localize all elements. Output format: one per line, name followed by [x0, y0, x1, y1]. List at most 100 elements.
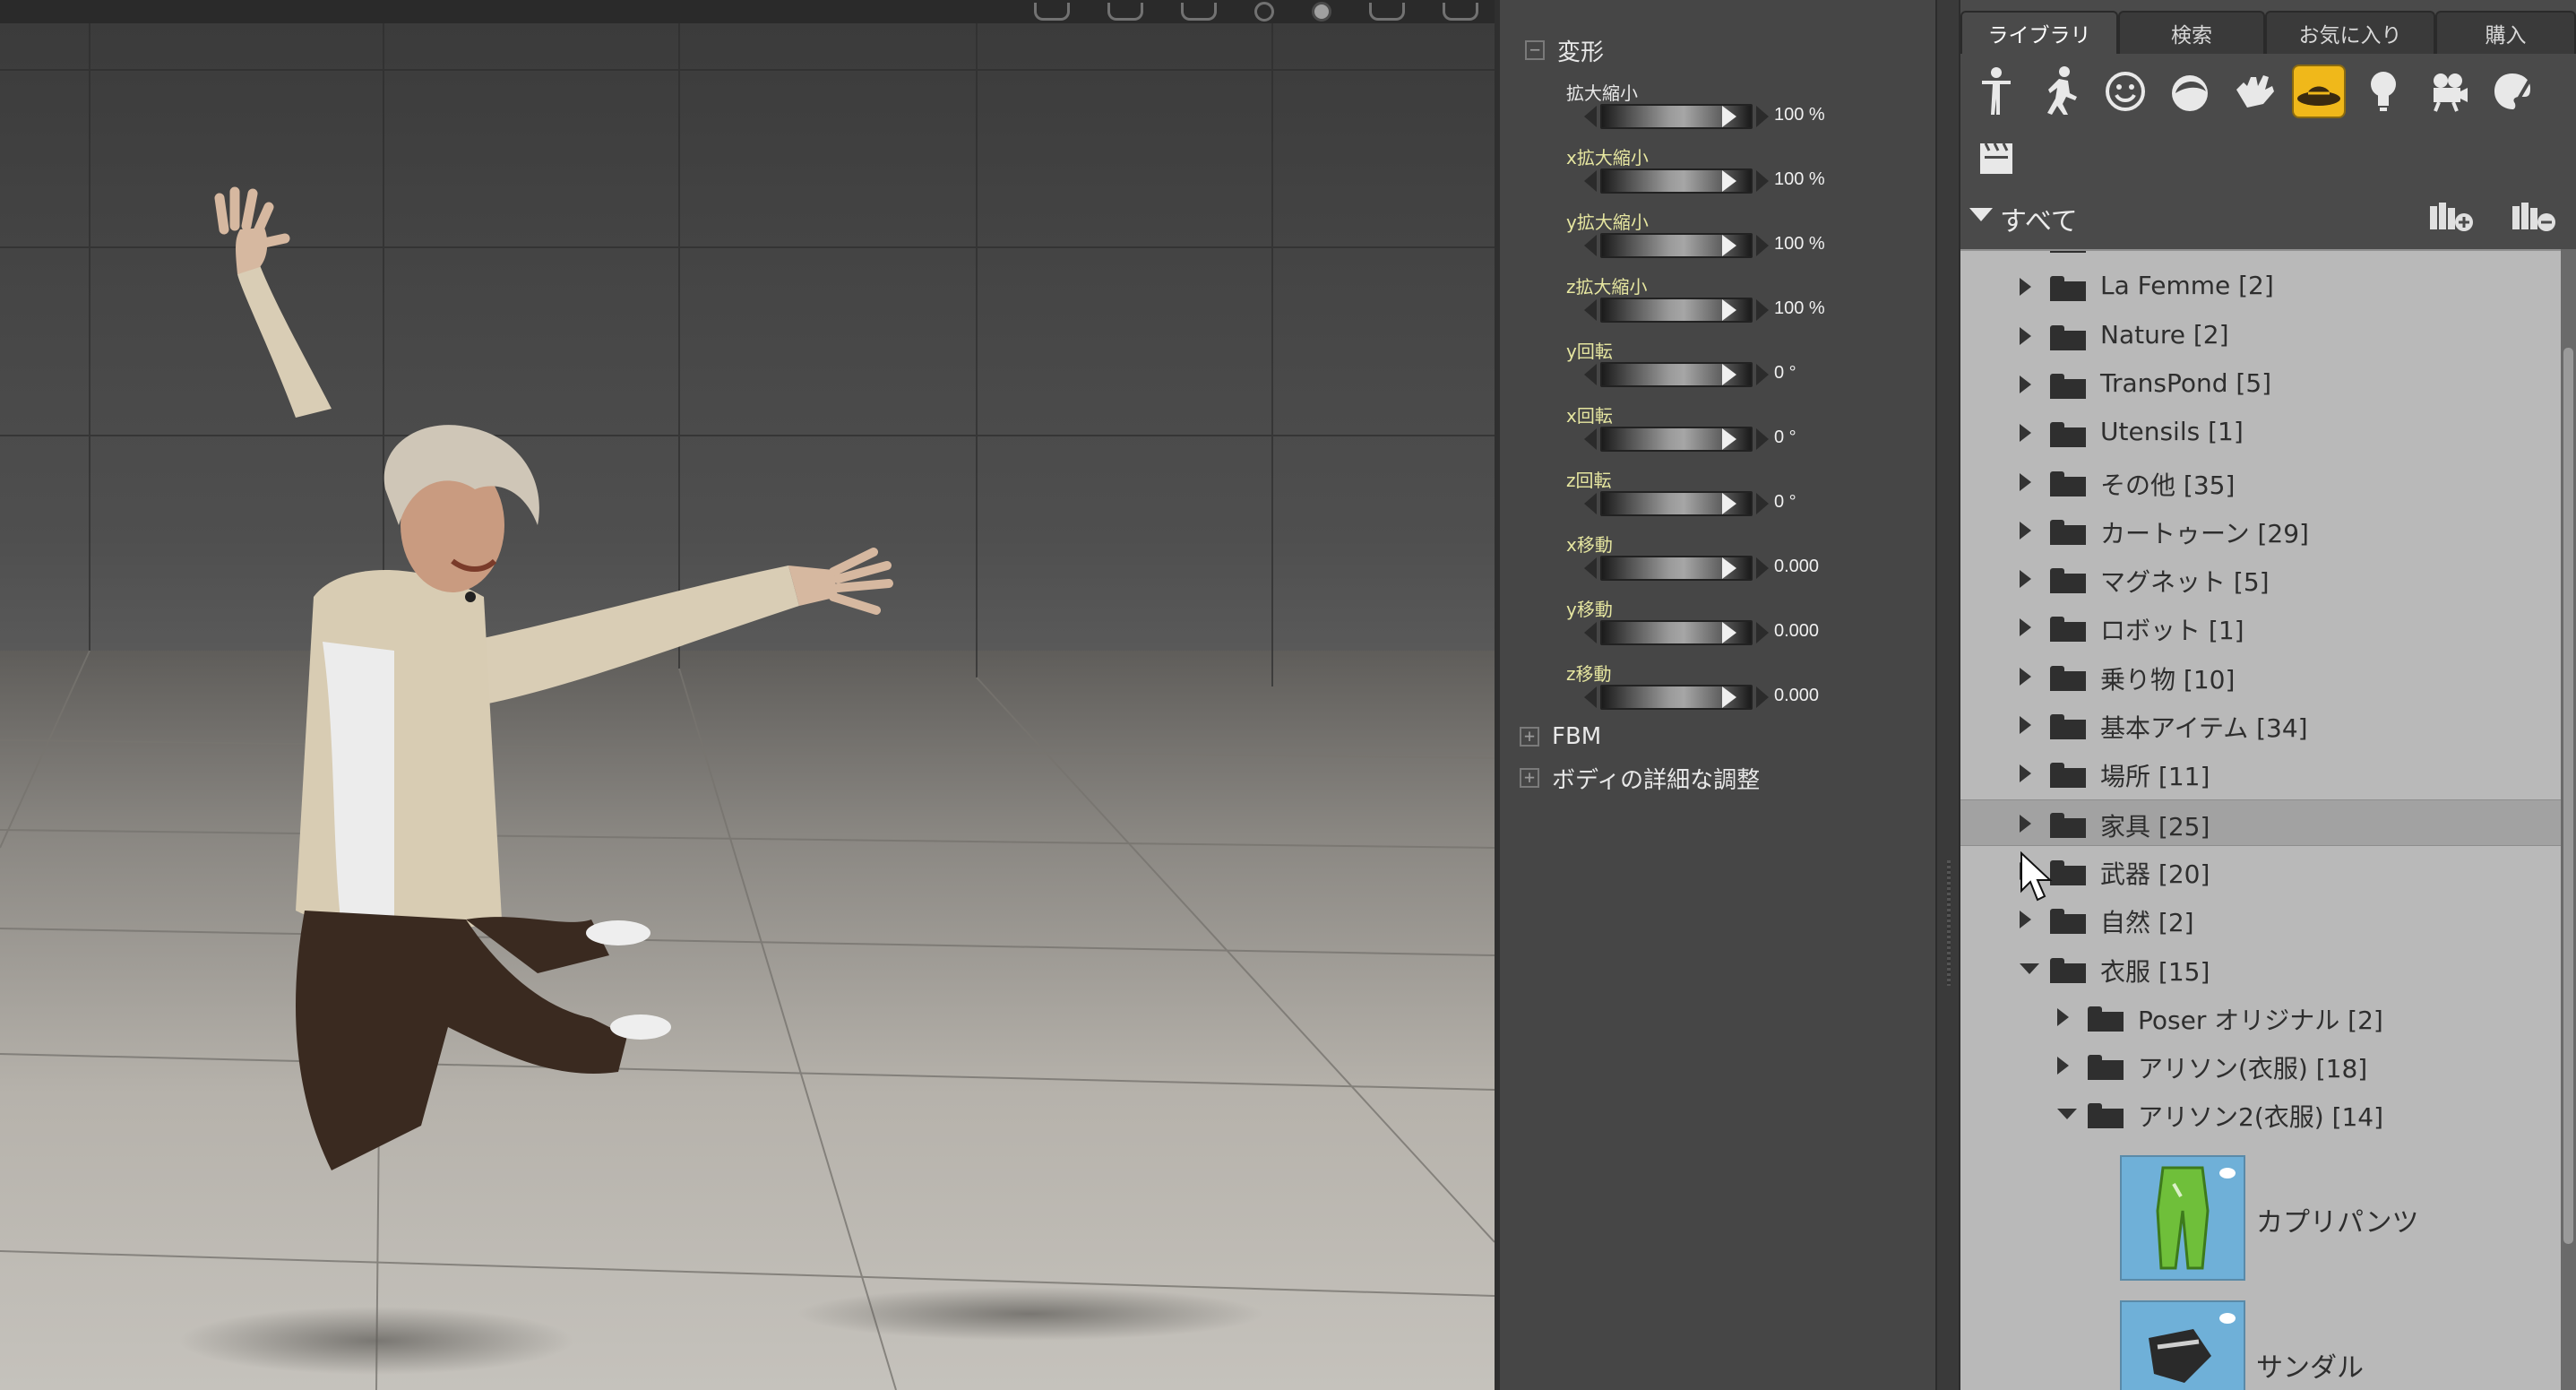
param-value[interactable]: 0.000 [1774, 686, 1819, 706]
decrement-arrow-icon[interactable] [1584, 557, 1597, 579]
increment-arrow-icon[interactable] [1756, 493, 1769, 514]
library-item[interactable]: サンダル [2120, 1300, 2550, 1390]
scrollbar-thumb[interactable] [2563, 348, 2573, 1244]
scene-icon[interactable] [1969, 131, 2023, 185]
increment-arrow-icon[interactable] [1756, 557, 1769, 579]
param-menu-arrow-icon[interactable] [1722, 235, 1736, 256]
param-menu-arrow-icon[interactable] [1722, 686, 1736, 708]
add-to-library-icon[interactable] [2426, 197, 2477, 235]
param-menu-arrow-icon[interactable] [1722, 428, 1736, 450]
tab-library[interactable]: ライブラリ [1960, 11, 2118, 54]
move-icon[interactable] [1312, 2, 1331, 22]
increment-arrow-icon[interactable] [1756, 686, 1769, 708]
expand-arrow-icon[interactable] [2020, 618, 2031, 636]
floor-icon[interactable] [1369, 3, 1405, 21]
param-value[interactable]: 0 ° [1774, 492, 1796, 513]
increment-arrow-icon[interactable] [1756, 106, 1769, 127]
expand-arrow-icon[interactable] [2020, 327, 2031, 345]
expand-arrow-icon[interactable] [2020, 570, 2031, 588]
param-menu-arrow-icon[interactable] [1722, 299, 1736, 321]
expand-icon[interactable]: + [1520, 768, 1539, 788]
decrement-arrow-icon[interactable] [1584, 106, 1597, 127]
expand-arrow-icon[interactable] [2020, 764, 2031, 782]
trackball-icon[interactable] [1254, 2, 1274, 22]
tree-row[interactable]: Furniture [7] [1960, 251, 2561, 262]
tree-root-bar[interactable]: すべて [1960, 190, 2576, 240]
collapse-arrow-icon[interactable] [2020, 963, 2039, 974]
decrement-arrow-icon[interactable] [1584, 686, 1597, 708]
decrement-arrow-icon[interactable] [1584, 622, 1597, 643]
tree-row[interactable]: Poser オリジナル [2] [1960, 994, 2561, 1040]
tree-row[interactable]: 基本アイテム [34] [1960, 702, 2561, 748]
param-value[interactable]: 100 % [1774, 234, 1825, 255]
splitter-grip[interactable] [1947, 860, 1951, 986]
item-thumbnail[interactable] [2120, 1155, 2245, 1281]
collapse-icon[interactable]: − [1525, 40, 1545, 60]
expand-arrow-icon[interactable] [2057, 1057, 2069, 1075]
increment-arrow-icon[interactable] [1756, 428, 1769, 450]
library-tree[interactable]: Furniture [7] La Femme [2] Nature [2] Trans… [1960, 249, 2561, 1390]
tree-row[interactable]: その他 [35] [1960, 459, 2561, 505]
library-item[interactable]: カプリパンツ [2120, 1155, 2550, 1281]
tree-row[interactable]: カートゥーン [29] [1960, 507, 2561, 554]
param-value[interactable]: 100 % [1774, 105, 1825, 125]
tree-scrollbar[interactable] [2561, 249, 2576, 1390]
expand-arrow-icon[interactable] [2020, 815, 2031, 833]
materials-icon[interactable] [2486, 65, 2539, 118]
param-menu-arrow-icon[interactable] [1722, 364, 1736, 385]
decrement-arrow-icon[interactable] [1584, 493, 1597, 514]
param-menu-arrow-icon[interactable] [1722, 493, 1736, 514]
param-menu-arrow-icon[interactable] [1722, 622, 1736, 643]
tree-row[interactable]: Utensils [1] [1960, 410, 2561, 456]
remove-from-library-icon[interactable] [2509, 197, 2559, 235]
tree-row[interactable]: 場所 [11] [1960, 750, 2561, 797]
tab-purchase[interactable]: 購入 [2435, 11, 2576, 54]
tab-search[interactable]: 検索 [2118, 11, 2265, 54]
group-fbm-header[interactable]: + FBM [1520, 719, 1601, 755]
increment-arrow-icon[interactable] [1756, 364, 1769, 385]
expand-arrow-icon[interactable] [2057, 1008, 2069, 1026]
increment-arrow-icon[interactable] [1756, 299, 1769, 321]
decrement-arrow-icon[interactable] [1584, 364, 1597, 385]
expand-arrow-icon[interactable] [2020, 424, 2031, 442]
tree-row[interactable]: TransPond [5] [1960, 361, 2561, 408]
tree-row[interactable]: La Femme [2] [1960, 263, 2561, 310]
panel-splitter[interactable] [1935, 0, 1960, 1390]
expand-icon[interactable]: + [1520, 727, 1539, 747]
collapse-arrow-icon[interactable] [2057, 1109, 2077, 1119]
face-icon[interactable] [2098, 65, 2152, 118]
figure-icon[interactable] [1969, 65, 2023, 118]
param-value[interactable]: 0 ° [1774, 363, 1796, 384]
param-value[interactable]: 0.000 [1774, 557, 1819, 577]
param-value[interactable]: 0.000 [1774, 621, 1819, 642]
param-menu-arrow-icon[interactable] [1722, 106, 1736, 127]
pose-icon[interactable] [2034, 65, 2088, 118]
param-value[interactable]: 100 % [1774, 298, 1825, 319]
expand-arrow-icon[interactable] [2020, 376, 2031, 393]
hair-icon[interactable] [2163, 65, 2217, 118]
tree-row[interactable]: アリソン2(衣服) [14] [1960, 1091, 2561, 1137]
increment-arrow-icon[interactable] [1756, 235, 1769, 256]
expand-icon[interactable] [1443, 3, 1478, 21]
param-value[interactable]: 0 ° [1774, 427, 1796, 448]
tab-favorites[interactable]: お気に入り [2265, 11, 2435, 54]
param-menu-arrow-icon[interactable] [1722, 557, 1736, 579]
decrement-arrow-icon[interactable] [1584, 170, 1597, 192]
tree-row[interactable]: マグネット [5] [1960, 556, 2561, 602]
tree-row[interactable]: 衣服 [15] [1960, 945, 2561, 992]
tree-row[interactable]: Nature [2] [1960, 313, 2561, 359]
param-menu-arrow-icon[interactable] [1722, 170, 1736, 192]
increment-arrow-icon[interactable] [1756, 622, 1769, 643]
expand-arrow-icon[interactable] [2020, 522, 2031, 540]
param-value[interactable]: 100 % [1774, 169, 1825, 190]
props-icon[interactable] [2292, 65, 2346, 118]
group-body-detail-header[interactable]: + ボディの詳細な調整 [1520, 760, 1760, 796]
frame-icon[interactable] [1107, 3, 1143, 21]
tree-row[interactable]: ロボット [1] [1960, 604, 2561, 651]
item-thumbnail[interactable] [2120, 1300, 2245, 1390]
hand-icon[interactable] [2227, 65, 2281, 118]
tree-row[interactable]: 乗り物 [10] [1960, 653, 2561, 700]
decrement-arrow-icon[interactable] [1584, 428, 1597, 450]
expand-arrow-icon[interactable] [2020, 911, 2031, 928]
expand-arrow-icon[interactable] [2020, 278, 2031, 296]
